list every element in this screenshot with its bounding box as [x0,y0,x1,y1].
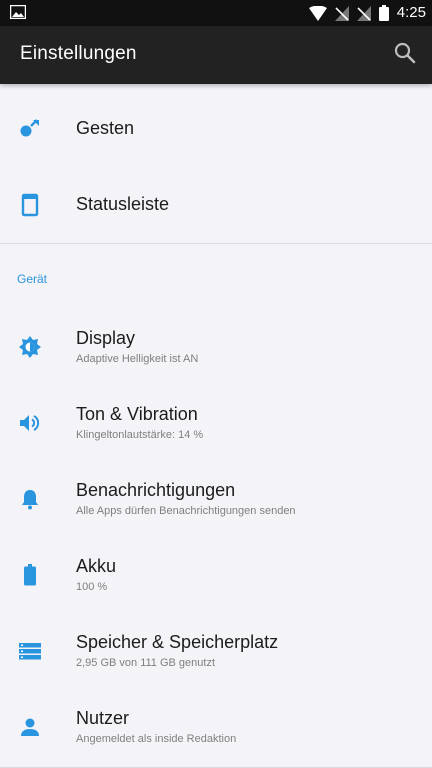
image-icon [9,4,27,24]
page-title: Einstellungen [20,43,137,64]
battery-icon [378,5,389,21]
settings-item-label: Ton & Vibration [76,404,198,424]
settings-item-subtitle: 2,95 GB von 111 GB genutzt [76,657,216,669]
settings-item-sound[interactable]: Ton & Vibration Klingeltonlautstärke: 14… [0,387,432,463]
search-icon[interactable] [394,42,416,69]
settings-item-subtitle: Klingeltonlautstärke: 14 % [76,429,204,441]
no-sim-icon [334,5,349,21]
statusbar-icon [18,193,42,217]
no-sim-icon [356,5,371,21]
settings-item-notifications[interactable]: Benachrichtigungen Alle Apps dürfen Bena… [0,463,432,539]
section-title: Gerät [17,272,48,286]
storage-icon [18,639,42,663]
settings-item-users[interactable]: Nutzer Angemeldet als inside Redaktion [0,691,432,767]
bell-icon [18,487,42,511]
settings-item-subtitle: 100 % [76,581,108,593]
settings-item-label: Speicher & Speicherplatz [76,632,279,652]
clock: 4:25 [396,4,426,21]
settings-item-label: Nutzer [76,708,130,728]
settings-item-label: Gesten [76,118,135,138]
settings-item-gestures[interactable]: Gesten [0,91,432,167]
settings-item-subtitle: Adaptive Helligkeit ist AN [76,353,199,365]
app-bar: Einstellungen [0,26,432,84]
settings-item-subtitle: Alle Apps dürfen Benachrichtigungen send… [76,505,296,517]
settings-item-storage[interactable]: Speicher & Speicherplatz 2,95 GB von 111… [0,615,432,691]
settings-item-label: Statusleiste [76,194,170,214]
settings-item-display[interactable]: Display Adaptive Helligkeit ist AN [0,311,432,387]
gesture-icon [18,117,42,141]
settings-item-statusbar[interactable]: Statusleiste [0,167,432,243]
settings-item-label: Benachrichtigungen [76,480,236,500]
settings-item-battery[interactable]: Akku 100 % [0,539,432,615]
settings-item-subtitle: Angemeldet als inside Redaktion [76,733,237,745]
battery-icon [18,563,42,587]
settings-item-label: Display [76,328,136,348]
volume-icon [18,411,42,435]
user-icon [18,715,42,739]
brightness-icon [18,335,42,359]
settings-list: Gesten Statusleiste Gerät Display Adapti… [0,84,432,768]
section-header: Gerät [0,244,432,311]
wifi-icon [308,5,327,21]
status-bar: 4:25 [0,0,432,26]
settings-item-label: Akku [76,556,117,576]
